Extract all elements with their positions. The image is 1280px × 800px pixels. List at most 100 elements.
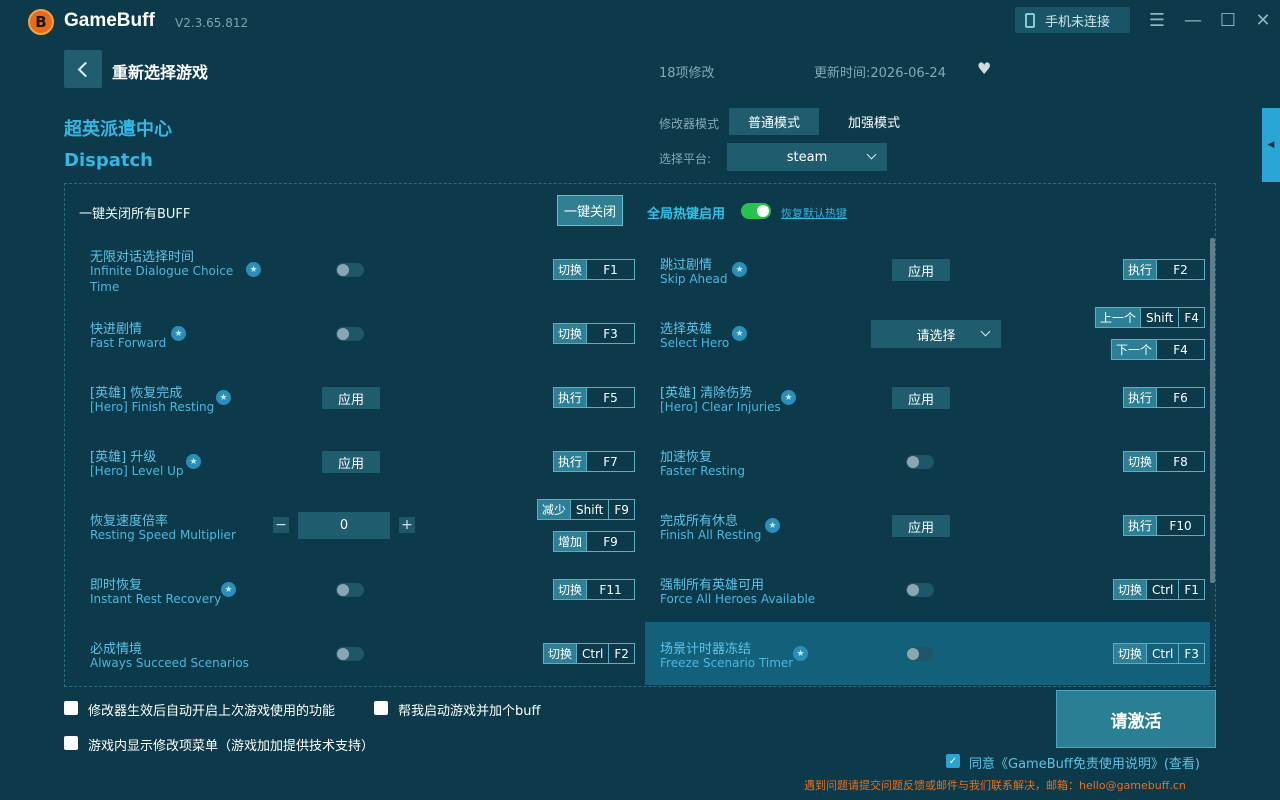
cheat-name-en: [Hero] Clear Injuries [660,400,781,414]
hotkey-box[interactable]: 下一个 F4 [1111,339,1205,360]
toggle-switch[interactable] [906,647,934,661]
hotkey-box[interactable]: 切换 F11 [553,579,635,600]
hotkey-box[interactable]: 执行 F6 [1123,387,1205,408]
phone-status: 手机未连接 [1045,14,1111,30]
toggle-switch[interactable] [906,583,934,597]
hero-select-value: 请选择 [916,328,956,344]
hotkey-box[interactable]: 执行 F5 [553,387,635,408]
hotkey-action: 减少 [538,500,572,519]
back-button[interactable] [64,50,102,88]
star-icon[interactable]: ★ [793,646,808,661]
apply-button[interactable]: 应用 [892,515,950,537]
enhanced-mode-button[interactable]: 加强模式 [829,108,919,135]
hotkey-key: F2 [1173,262,1188,277]
heart-icon[interactable]: ♥ [977,59,991,78]
chevron-down-icon [866,149,877,160]
cheat-name-en: Finish All Resting [660,528,762,542]
hotkey-box[interactable]: 切换 F3 [553,323,635,344]
star-icon[interactable]: ★ [216,390,231,405]
cheat-name-en: Instant Rest Recovery [90,592,222,606]
star-icon[interactable]: ★ [765,518,780,533]
star-icon[interactable]: ★ [171,326,186,341]
hotkey-box[interactable]: 执行 F7 [553,451,635,472]
hotkey-key: Ctrl [577,644,610,663]
cheat-name-cn: 完成所有休息 [660,514,739,529]
hotkey-box[interactable]: 切换 F8 [1123,451,1205,472]
hotkey-box[interactable]: 上一个 Shift F4 [1095,307,1205,328]
app-name: GameBuff [64,10,155,31]
hotkey-action: 执行 [554,388,588,407]
toggle-switch[interactable] [906,455,934,469]
toggle-switch[interactable] [336,263,364,277]
normal-mode-button[interactable]: 普通模式 [729,108,819,135]
multiplier-input[interactable]: 0 [298,512,390,539]
maximize-icon[interactable]: ☐ [1217,9,1239,31]
hotkey-key: F6 [1173,390,1188,405]
activate-button[interactable]: 请激活 [1056,690,1216,748]
ingame-menu-checkbox[interactable] [64,736,78,750]
star-icon[interactable]: ★ [781,390,796,405]
scrollbar-thumb[interactable] [1210,238,1215,583]
cheat-name-en: Time [90,280,120,294]
apply-button[interactable]: 应用 [892,259,950,281]
cheat-name-cn: [英雄] 升级 [90,450,157,465]
ingame-menu-label: 游戏内显示修改项菜单（游戏加加提供技术支持） [88,739,375,754]
star-icon[interactable]: ★ [221,582,236,597]
mod-count: 18项修改 [659,66,715,81]
decrement-button[interactable]: − [273,517,289,533]
phone-connect-button[interactable]: 手机未连接 [1015,7,1130,33]
hotkey-action: 切换 [1114,644,1148,663]
hotkey-key: F7 [603,454,618,469]
hotkey-box[interactable]: 切换 Ctrl F3 [1113,643,1205,664]
hero-select[interactable]: 请选择 [871,320,1001,348]
phone-icon [1025,12,1035,28]
platform-value: steam [786,149,828,165]
cheat-name-cn: 跳过剧情 [660,258,713,273]
side-panel-icon[interactable]: ◀ [1262,108,1280,182]
app-version: V2.3.65.812 [175,16,249,30]
menu-icon[interactable]: ☰ [1146,9,1168,31]
global-hotkey-label: 全局热键启用 [647,207,726,222]
hotkey-action: 执行 [554,452,588,471]
apply-button[interactable]: 应用 [322,387,380,409]
reselect-game-label[interactable]: 重新选择游戏 [112,59,208,83]
restore-hotkeys-link[interactable]: 恢复默认热键 [781,205,847,221]
close-all-button[interactable]: 一键关闭 [557,195,623,226]
hotkey-box[interactable]: 增加 F9 [553,531,635,552]
star-icon[interactable]: ★ [732,326,747,341]
hotkey-box[interactable]: 执行 F10 [1123,515,1205,536]
global-hotkey-toggle[interactable] [741,203,771,219]
toggle-switch[interactable] [336,327,364,341]
toggle-switch[interactable] [336,583,364,597]
hotkey-action: 下一个 [1112,340,1158,359]
cheat-name-cn: 选择英雄 [660,322,713,337]
platform-select[interactable]: steam [727,143,887,171]
cheat-name-en: Faster Resting [660,464,745,478]
auto-enable-checkbox[interactable] [64,701,78,715]
agree-label[interactable]: 同意《GameBuff免责使用说明》(查看) [969,753,1200,772]
agree-checkbox[interactable]: ✓ [946,754,960,768]
chevron-down-icon [980,326,991,337]
cheat-name-en: Force All Heroes Available [660,592,816,606]
hotkey-box[interactable]: 切换 Ctrl F2 [543,643,635,664]
hotkey-key: F1 [603,262,618,277]
increment-button[interactable]: + [399,517,415,533]
apply-button[interactable]: 应用 [322,451,380,473]
cheat-name-cn: [英雄] 恢复完成 [90,386,183,401]
minimize-icon[interactable]: — [1182,9,1204,31]
hotkey-box[interactable]: 切换 F1 [553,259,635,280]
star-icon[interactable]: ★ [186,454,201,469]
cheat-name-en: Resting Speed Multiplier [90,528,236,542]
toggle-switch[interactable] [336,647,364,661]
cheat-name-en: Select Hero [660,336,730,350]
star-icon[interactable]: ★ [732,262,747,277]
launch-buff-checkbox[interactable] [374,701,388,715]
cheat-name-en: [Hero] Level Up [90,464,184,478]
hotkey-box[interactable]: 减少 Shift F9 [537,499,635,520]
apply-button[interactable]: 应用 [892,387,950,409]
hotkey-box[interactable]: 切换 Ctrl F1 [1113,579,1205,600]
star-icon[interactable]: ★ [246,262,261,277]
hotkey-box[interactable]: 执行 F2 [1123,259,1205,280]
close-icon[interactable]: ✕ [1252,9,1274,31]
cheat-name-cn: 强制所有英雄可用 [660,578,765,593]
